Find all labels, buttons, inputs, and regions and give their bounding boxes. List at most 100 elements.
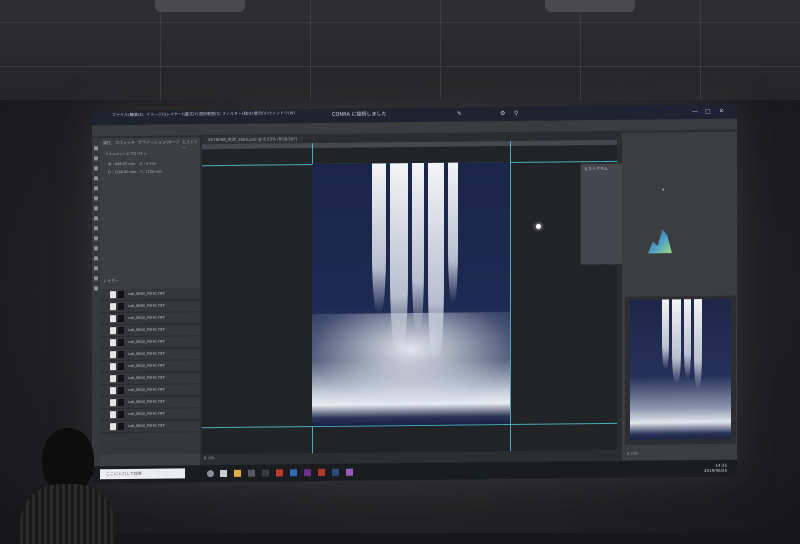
layer-thumb: [118, 327, 124, 335]
eraser-tool-icon[interactable]: [94, 236, 98, 241]
menu-item-select[interactable]: 選択範囲(S): [199, 111, 221, 117]
layer-mask-thumb: [110, 315, 116, 323]
marquee-tool-icon[interactable]: [94, 156, 98, 161]
layer-row[interactable]: Lab_0B10_PSHG.TIFF: [100, 408, 200, 422]
layer-row[interactable]: Lab_0B05_PSHG.TIFF: [100, 288, 200, 302]
properties-title: ドキュメントのプロパティ: [105, 151, 147, 157]
close-icon[interactable]: ✕: [719, 108, 724, 115]
layer-row[interactable]: Lab_0B10_PSHG.TIFF: [100, 384, 200, 398]
ceiling-grid-line: [160, 0, 161, 100]
layers-panel: Lab_0B05_PSHG.TIFF Lab_0B05_PSHG.TIFF La…: [100, 288, 200, 455]
menu-item-view[interactable]: 表示(V): [254, 111, 268, 117]
waterfall-stream: [672, 299, 681, 385]
waterfall-stream: [412, 162, 424, 334]
eyedropper-tool-icon[interactable]: [94, 196, 98, 201]
crop-tool-icon[interactable]: [94, 186, 98, 191]
tab-patterns[interactable]: パターン: [164, 139, 180, 145]
layer-name: Lab_0B10_PSHG.TIFF: [128, 375, 165, 381]
layer-row[interactable]: Lab_0B10_PSHG.TIFF: [100, 324, 200, 338]
ceiling-grid-line: [0, 22, 800, 23]
premiere-icon[interactable]: [304, 469, 311, 477]
menu-item-type[interactable]: 書式(Y): [185, 111, 199, 117]
layer-row[interactable]: Lab_0B10_PSHG.TIFF: [100, 420, 200, 434]
stamp-tool-icon[interactable]: [94, 226, 98, 231]
layer-mask-thumb: [110, 303, 116, 311]
layer-mask-thumb: [110, 411, 116, 419]
system-clock[interactable]: 14:35 2019/06/26: [704, 463, 727, 473]
layer-name: Lab_0B10_PSHG.TIFF: [128, 327, 165, 333]
gradient-tool-icon[interactable]: [94, 246, 98, 251]
hand-tool-icon[interactable]: [94, 276, 98, 281]
layer-name: Lab_0B10_PSHG.TIFF: [128, 339, 165, 345]
wand-tool-icon[interactable]: [94, 176, 98, 181]
layer-mask-thumb: [110, 339, 116, 347]
layer-thumb: [118, 339, 124, 347]
layer-row[interactable]: Lab_0B10_PSHG.TIFF: [100, 360, 200, 374]
zoom-tool-icon[interactable]: [94, 286, 98, 291]
heal-tool-icon[interactable]: [94, 206, 98, 211]
layer-row[interactable]: Lab_0B05_PSHG.TIFF: [100, 300, 200, 314]
layer-name: Lab_0B10_PSHG.TIFF: [128, 387, 165, 393]
toolbox: [92, 138, 100, 469]
projected-screen: ファイル(F) 編集(E) イメージ(I) レイヤー(L) 書式(Y) 選択範囲…: [92, 104, 737, 484]
brush-tool-icon[interactable]: [94, 216, 98, 221]
ceiling-grid-line: [310, 0, 311, 100]
lightroom-icon[interactable]: [332, 468, 339, 476]
layer-row[interactable]: Lab_0B10_PSHG.TIFF: [100, 312, 200, 326]
maximize-icon[interactable]: □: [705, 108, 711, 115]
tab-history[interactable]: ヒストリー: [182, 139, 200, 151]
pin-icon[interactable]: ⚲: [514, 110, 518, 117]
ceiling-grid-line: [700, 0, 701, 100]
menu-item-window[interactable]: ウィンドウ(W): [268, 110, 295, 116]
navigator-thumbnail: [630, 298, 731, 440]
share-icon[interactable]: ✎: [457, 111, 462, 118]
layer-thumb: [118, 303, 124, 311]
layer-row[interactable]: Lab_0B10_PSHG.TIFF: [100, 372, 200, 386]
zoom-level-left: 8.33%: [204, 456, 216, 461]
layer-mask-thumb: [110, 399, 116, 407]
layer-row[interactable]: Lab_0B10_PSHG.TIFF: [100, 336, 200, 350]
task-view-icon[interactable]: [220, 469, 227, 478]
file-explorer-icon[interactable]: [234, 469, 241, 477]
presenter-head: [42, 428, 94, 492]
mail-icon[interactable]: [262, 469, 269, 477]
app-icon[interactable]: [346, 468, 353, 476]
layer-row[interactable]: Lab_0B10_PSHG.TIFF: [100, 348, 200, 362]
tab-swatches[interactable]: スウォッチ: [115, 140, 135, 146]
layer-name: Lab_0B05_PSHG.TIFF: [128, 303, 165, 309]
waterfall-stream: [372, 163, 386, 314]
waterfall-mist: [312, 311, 510, 405]
menu-item-image[interactable]: イメージ(I): [146, 112, 166, 118]
histogram-title: ヒストグラム: [584, 165, 608, 172]
menu-item-edit[interactable]: 編集(E): [130, 112, 144, 118]
layer-name: Lab_0B10_PSHG.TIFF: [128, 363, 165, 369]
gear-icon[interactable]: ⚙: [500, 110, 505, 117]
minimize-icon[interactable]: —: [692, 108, 698, 115]
store-icon[interactable]: [248, 469, 255, 477]
layer-name: Lab_0B10_PSHG.TIFF: [128, 351, 165, 357]
notification-text: CONRA に接続しました: [332, 111, 387, 118]
pen-tool-icon[interactable]: [94, 256, 98, 261]
acrobat-icon[interactable]: [318, 468, 325, 477]
layer-thumb: [118, 291, 124, 299]
layer-thumb: [118, 315, 124, 323]
layer-row[interactable]: Lab_0B10_PSHG.TIFF: [100, 396, 200, 410]
type-tool-icon[interactable]: [94, 266, 98, 271]
layer-mask-thumb: [110, 375, 116, 383]
ceiling-light: [155, 0, 245, 12]
ceiling-grid-line: [0, 66, 800, 67]
tab-gradients[interactable]: グラデーション: [138, 140, 166, 146]
lasso-tool-icon[interactable]: [94, 166, 98, 171]
move-tool-icon[interactable]: [94, 146, 98, 151]
cortana-icon[interactable]: [207, 470, 214, 478]
photoshop-icon[interactable]: [290, 469, 297, 477]
property-y: Y : 1256 mm: [140, 169, 163, 174]
tab-properties[interactable]: 属性: [103, 140, 111, 146]
navigator-panel: [625, 295, 736, 445]
tab-layers[interactable]: レイヤー: [103, 278, 119, 284]
presenter-shirt: [20, 484, 115, 544]
layer-name: Lab_0B05_PSHG.TIFF: [128, 291, 165, 297]
ceiling-grid-line: [580, 0, 581, 100]
layer-name: Lab_0B10_PSHG.TIFF: [128, 315, 165, 321]
app-icon[interactable]: [276, 469, 283, 477]
